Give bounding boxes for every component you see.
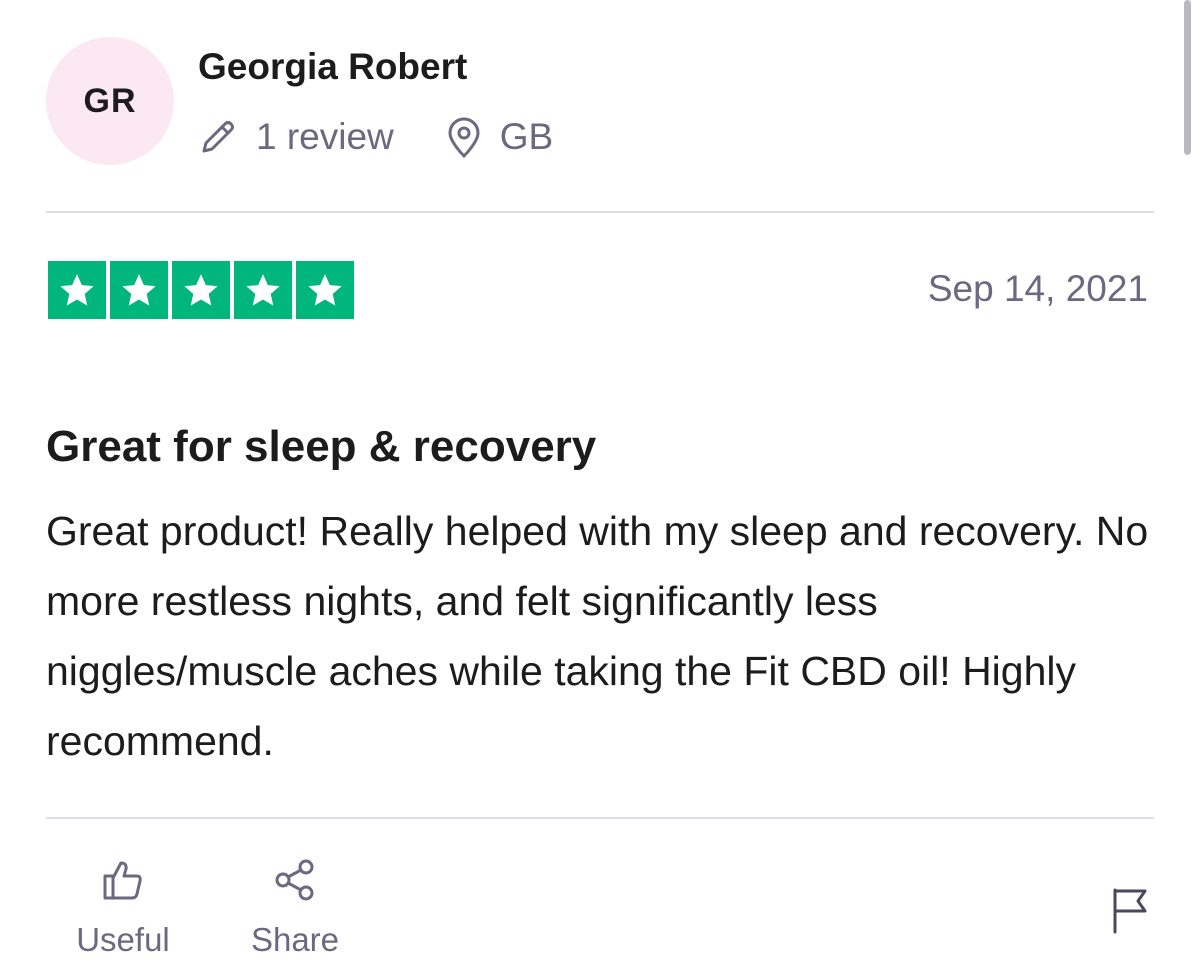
reviewer-name[interactable]: Georgia Robert bbox=[198, 46, 467, 88]
review-card: GR Georgia Robert 1 review GB Sep 14, 20… bbox=[0, 0, 1200, 974]
review-count-label: 1 review bbox=[256, 116, 394, 157]
flag-icon bbox=[1110, 888, 1150, 938]
useful-label: Useful bbox=[76, 921, 170, 958]
star-icon bbox=[296, 261, 354, 319]
thumbs-up-icon bbox=[101, 858, 145, 907]
reviewer-country: GB bbox=[446, 116, 553, 158]
share-label: Share bbox=[250, 921, 340, 958]
reviewer-meta: 1 review GB bbox=[198, 112, 553, 162]
scrollbar[interactable] bbox=[1184, 0, 1191, 155]
review-count: 1 review bbox=[198, 116, 394, 158]
star-icon bbox=[234, 261, 292, 319]
star-icon bbox=[110, 261, 168, 319]
pencil-icon bbox=[198, 117, 238, 157]
avatar[interactable]: GR bbox=[46, 37, 174, 165]
star-icon bbox=[48, 261, 106, 319]
review-date: Sep 14, 2021 bbox=[927, 268, 1148, 309]
review-title[interactable]: Great for sleep & recovery bbox=[46, 422, 596, 472]
location-pin-icon bbox=[446, 116, 482, 158]
useful-button[interactable]: Useful bbox=[68, 858, 178, 959]
divider bbox=[46, 211, 1154, 213]
divider bbox=[46, 817, 1154, 819]
report-button[interactable] bbox=[1110, 886, 1150, 939]
star-rating bbox=[48, 261, 354, 319]
star-icon bbox=[172, 261, 230, 319]
share-icon bbox=[273, 858, 317, 907]
review-body: Great product! Really helped with my sle… bbox=[46, 508, 1149, 764]
country-label: GB bbox=[499, 116, 554, 157]
share-button[interactable]: Share bbox=[240, 858, 350, 959]
